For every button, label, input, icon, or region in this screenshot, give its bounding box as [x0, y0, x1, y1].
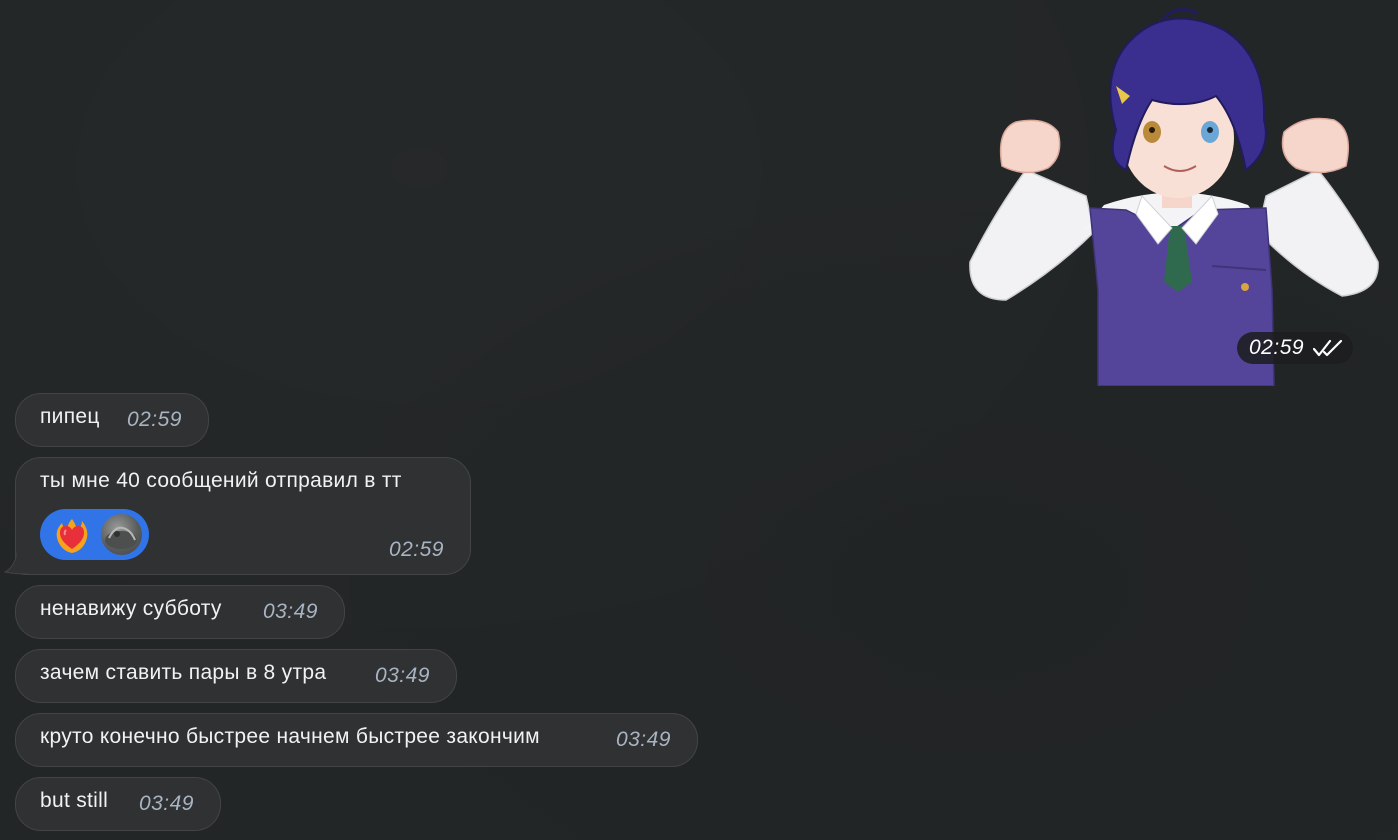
- double-check-read-icon: [1313, 339, 1343, 357]
- anime-girl-sticker-icon: [969, 7, 1379, 387]
- sticker-message[interactable]: [966, 0, 1384, 387]
- message-time: 03:49: [374, 664, 430, 687]
- message-text: пипец: [40, 405, 100, 428]
- incoming-message[interactable]: ты мне 40 сообщений отправил в тт 02:59: [4, 457, 471, 575]
- message-time: 02:59: [126, 408, 182, 431]
- reactor-avatar[interactable]: [101, 514, 142, 555]
- sticker-time: 02:59: [1249, 336, 1305, 359]
- chat-history: 02:59 пипец 02:59 ты мне 40 сообщений от…: [0, 0, 1398, 840]
- message-text: ты мне 40 сообщений отправил в тт: [40, 469, 402, 492]
- sticker-timestamp-badge: 02:59: [1237, 332, 1353, 364]
- heart-on-fire-emoji: [56, 519, 88, 553]
- message-time: 03:49: [262, 600, 318, 623]
- message-text: ненавижу субботу: [40, 597, 222, 620]
- incoming-message[interactable]: ненавижу субботу 03:49: [15, 585, 345, 639]
- message-time: 02:59: [388, 538, 444, 561]
- incoming-message[interactable]: but still 03:49: [15, 777, 221, 831]
- reaction-chip[interactable]: [40, 509, 149, 560]
- message-text: зачем ставить пары в 8 утра: [40, 661, 327, 684]
- message-text: but still: [40, 789, 109, 812]
- avatar-photo-icon: [105, 526, 137, 549]
- incoming-message[interactable]: пипец 02:59: [15, 393, 209, 447]
- message-time: 03:49: [138, 792, 194, 815]
- incoming-message[interactable]: круто конечно быстрее начнем быстрее зак…: [15, 713, 698, 767]
- message-time: 03:49: [615, 728, 671, 751]
- bubble-tail: [4, 553, 28, 575]
- message-text: круто конечно быстрее начнем быстрее зак…: [40, 725, 540, 748]
- incoming-message[interactable]: зачем ставить пары в 8 утра 03:49: [15, 649, 457, 703]
